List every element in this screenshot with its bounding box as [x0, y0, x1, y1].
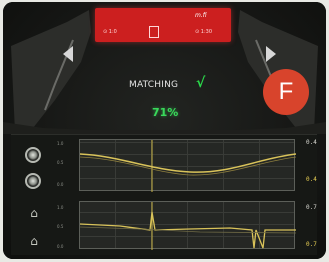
matching-label: MATCHING [129, 80, 179, 90]
tablet-screen: m.fi ⊙ 1:0 ⊙ 1:30 MATCHING √ 71% F ⌂ ⌂ 1… [3, 2, 326, 259]
reading-value: 0.4 [306, 139, 317, 146]
trace-chart-top [79, 139, 296, 192]
device-frame: m.fi ⊙ 1:0 ⊙ 1:30 MATCHING √ 71% F ⌂ ⌂ 1… [3, 2, 326, 259]
trace-chart-bottom [79, 201, 296, 250]
sensor-icon: ⌂ [30, 206, 38, 220]
axis-label: 1.0 [57, 141, 64, 146]
sensor-icon: ⌂ [30, 234, 38, 248]
trace-graphic [80, 202, 296, 250]
reading-value: 0.7 [306, 204, 317, 211]
top-red-bar: m.fi ⊙ 1:0 ⊙ 1:30 [95, 8, 231, 42]
axis-label: 1.0 [57, 205, 64, 210]
axis-label: 0.5 [57, 224, 64, 229]
reading-value: 0.7 [306, 241, 317, 248]
gauge-icon [25, 173, 41, 189]
match-percent: 71% [152, 106, 179, 119]
check-icon: √ [196, 75, 206, 91]
readings-panel: ⌂ ⌂ 1.0 0.5 0.0 1.0 0.5 0.0 0.4 0.4 0.7 … [11, 134, 317, 255]
topbar-left-text: ⊙ 1:0 [103, 29, 117, 35]
axis-label: 0.5 [57, 160, 64, 165]
gauge-icon [25, 147, 41, 163]
logo-text: m.fi [195, 12, 207, 19]
topbar-right-text: ⊙ 1:30 [195, 29, 213, 35]
axis-label: 0.0 [57, 182, 64, 187]
axis-label: 0.0 [57, 244, 64, 249]
trace-graphic [80, 140, 296, 192]
f-badge: F [263, 69, 309, 115]
topbar-center-icon [149, 26, 159, 38]
reading-value: 0.4 [306, 176, 317, 183]
